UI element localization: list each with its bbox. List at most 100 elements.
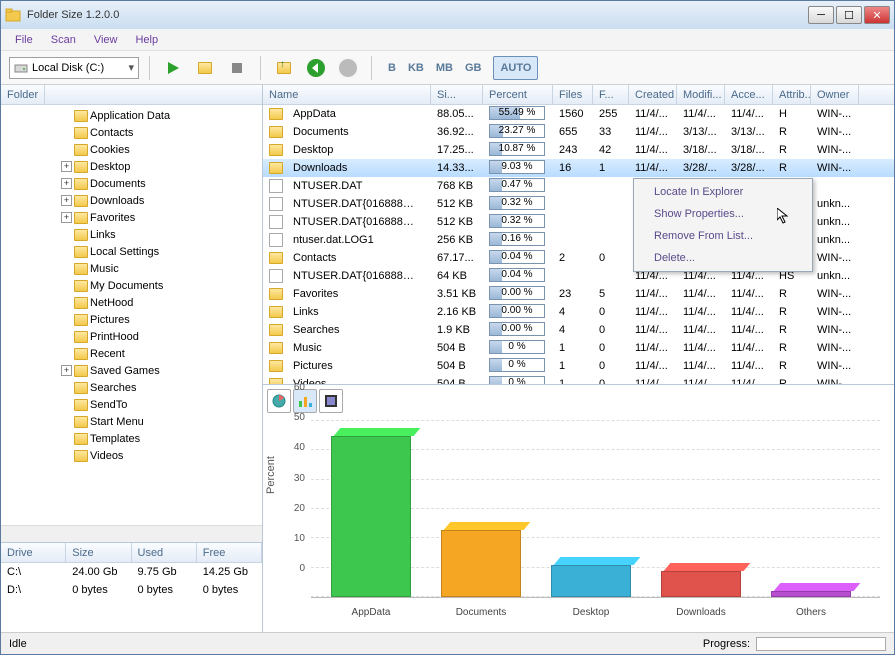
chart-pie-button[interactable] xyxy=(267,389,291,413)
close-button[interactable]: ✕ xyxy=(864,6,890,24)
expand-icon[interactable]: + xyxy=(61,365,72,376)
expand-icon[interactable]: + xyxy=(61,178,72,189)
window-title: Folder Size 1.2.0.0 xyxy=(27,9,808,21)
file-col-header[interactable]: Percent xyxy=(483,85,553,104)
play-button[interactable] xyxy=(160,55,186,81)
app-icon xyxy=(5,7,21,23)
tree-item-label: Links xyxy=(90,229,116,241)
file-list[interactable]: AppData88.05...55.49 %156025511/4/...11/… xyxy=(263,105,894,384)
file-col-header[interactable]: Files xyxy=(553,85,593,104)
expand-icon[interactable]: + xyxy=(61,212,72,223)
file-col-header[interactable]: Name xyxy=(263,85,431,104)
unit-kb-button[interactable]: KB xyxy=(402,56,430,80)
folder-icon xyxy=(74,399,88,411)
chart-details-button[interactable] xyxy=(319,389,343,413)
tree-item[interactable]: Links xyxy=(1,226,262,243)
tree-item[interactable]: +Saved Games xyxy=(1,362,262,379)
file-row[interactable]: Downloads14.33...9.03 %16111/4/...3/28/.… xyxy=(263,159,894,177)
minimize-button[interactable]: ─ xyxy=(808,6,834,24)
file-row[interactable]: Searches1.9 KB0.00 %4011/4/...11/4/...11… xyxy=(263,321,894,339)
folder-icon xyxy=(269,144,283,156)
tree-item[interactable]: Videos xyxy=(1,447,262,464)
unit-mb-button[interactable]: MB xyxy=(430,56,459,80)
tree-item[interactable]: Cookies xyxy=(1,141,262,158)
file-col-header[interactable]: Owner xyxy=(811,85,859,104)
chart-xlabel: Downloads xyxy=(661,607,741,618)
tree-item[interactable]: Contacts xyxy=(1,124,262,141)
context-menu-item[interactable]: Locate In Explorer xyxy=(636,181,810,203)
unit-b-button[interactable]: B xyxy=(382,56,402,80)
chart-bar xyxy=(771,591,851,597)
right-panel: NameSi...PercentFilesF...CreatedModifi..… xyxy=(263,85,894,632)
unit-gb-button[interactable]: GB xyxy=(459,56,488,80)
tree-item[interactable]: Music xyxy=(1,260,262,277)
folder-icon xyxy=(74,212,88,224)
up-folder-button[interactable]: ↑ xyxy=(271,55,297,81)
file-col-header[interactable]: Si... xyxy=(431,85,483,104)
chart-xlabel: Documents xyxy=(441,607,521,618)
context-menu-item[interactable]: Show Properties... xyxy=(636,203,810,225)
folder-icon xyxy=(269,162,283,174)
file-row[interactable]: Music504 B0 %1011/4/...11/4/...11/4/...R… xyxy=(263,339,894,357)
stop-button[interactable] xyxy=(224,55,250,81)
tree-item[interactable]: Pictures xyxy=(1,311,262,328)
tree-item[interactable]: Templates xyxy=(1,430,262,447)
drives-col-used[interactable]: Used xyxy=(132,543,197,562)
tree-item-label: Desktop xyxy=(90,161,130,173)
drives-col-size[interactable]: Size xyxy=(66,543,131,562)
context-menu-item[interactable]: Remove From List... xyxy=(636,225,810,247)
tree-item[interactable]: +Favorites xyxy=(1,209,262,226)
tree-item[interactable]: My Documents xyxy=(1,277,262,294)
file-col-header[interactable]: Created xyxy=(629,85,677,104)
folder-icon xyxy=(74,450,88,462)
file-col-header[interactable]: Modifi... xyxy=(677,85,725,104)
file-row[interactable]: Links2.16 KB0.00 %4011/4/...11/4/...11/4… xyxy=(263,303,894,321)
tree-item[interactable]: Start Menu xyxy=(1,413,262,430)
file-col-header[interactable]: F... xyxy=(593,85,629,104)
folder-icon xyxy=(269,324,283,336)
file-row[interactable]: Favorites3.51 KB0.00 %23511/4/...11/4/..… xyxy=(263,285,894,303)
tree-item[interactable]: + Desktop xyxy=(1,158,262,175)
unit-auto-button[interactable]: AUTO xyxy=(493,56,538,80)
tree-item-label: NetHood xyxy=(90,297,133,309)
scan-folder-button[interactable] xyxy=(192,55,218,81)
toolbar: Local Disk (C:) ▾ ↑ BKBMBGB AUTO xyxy=(1,51,894,85)
file-row[interactable]: Pictures504 B0 %1011/4/...11/4/...11/4/.… xyxy=(263,357,894,375)
drive-selector[interactable]: Local Disk (C:) ▾ xyxy=(9,57,139,79)
tree-item[interactable]: +Downloads xyxy=(1,192,262,209)
menu-scan[interactable]: Scan xyxy=(43,32,84,48)
folder-tree[interactable]: Application DataContactsCookies+Desktop+… xyxy=(1,105,262,525)
drive-row[interactable]: D:\0 bytes0 bytes0 bytes xyxy=(1,581,262,599)
menu-file[interactable]: File xyxy=(7,32,41,48)
file-col-header[interactable]: Acce... xyxy=(725,85,773,104)
file-col-header[interactable]: Attrib... xyxy=(773,85,811,104)
folder-icon xyxy=(74,161,88,173)
file-row[interactable]: Documents36.92...23.27 %6553311/4/...3/1… xyxy=(263,123,894,141)
drives-col-drive[interactable]: Drive xyxy=(1,543,66,562)
chart-xlabel: Desktop xyxy=(551,607,631,618)
file-row[interactable]: Desktop17.25...10.87 %2434211/4/...3/18/… xyxy=(263,141,894,159)
expand-icon[interactable]: + xyxy=(61,161,72,172)
tree-scrollbar[interactable] xyxy=(1,525,262,542)
file-row[interactable]: AppData88.05...55.49 %156025511/4/...11/… xyxy=(263,105,894,123)
tree-item[interactable]: Searches xyxy=(1,379,262,396)
tree-item[interactable]: NetHood xyxy=(1,294,262,311)
maximize-button[interactable]: ☐ xyxy=(836,6,862,24)
file-row[interactable]: Videos504 B0 %1011/4/...11/4/...11/4/...… xyxy=(263,375,894,384)
tree-item[interactable]: Recent xyxy=(1,345,262,362)
forward-button[interactable] xyxy=(335,55,361,81)
expand-icon[interactable]: + xyxy=(61,195,72,206)
drive-row[interactable]: C:\24.00 Gb9.75 Gb14.25 Gb xyxy=(1,563,262,581)
folder-icon xyxy=(74,382,88,394)
tree-item[interactable]: Local Settings xyxy=(1,243,262,260)
tree-item[interactable]: Application Data xyxy=(1,107,262,124)
menu-help[interactable]: Help xyxy=(127,32,166,48)
tree-item[interactable]: SendTo xyxy=(1,396,262,413)
folder-icon xyxy=(74,178,88,190)
tree-item[interactable]: PrintHood xyxy=(1,328,262,345)
back-button[interactable] xyxy=(303,55,329,81)
drives-col-free[interactable]: Free xyxy=(197,543,262,562)
context-menu-item[interactable]: Delete... xyxy=(636,247,810,269)
tree-item[interactable]: +Documents xyxy=(1,175,262,192)
menu-view[interactable]: View xyxy=(86,32,126,48)
